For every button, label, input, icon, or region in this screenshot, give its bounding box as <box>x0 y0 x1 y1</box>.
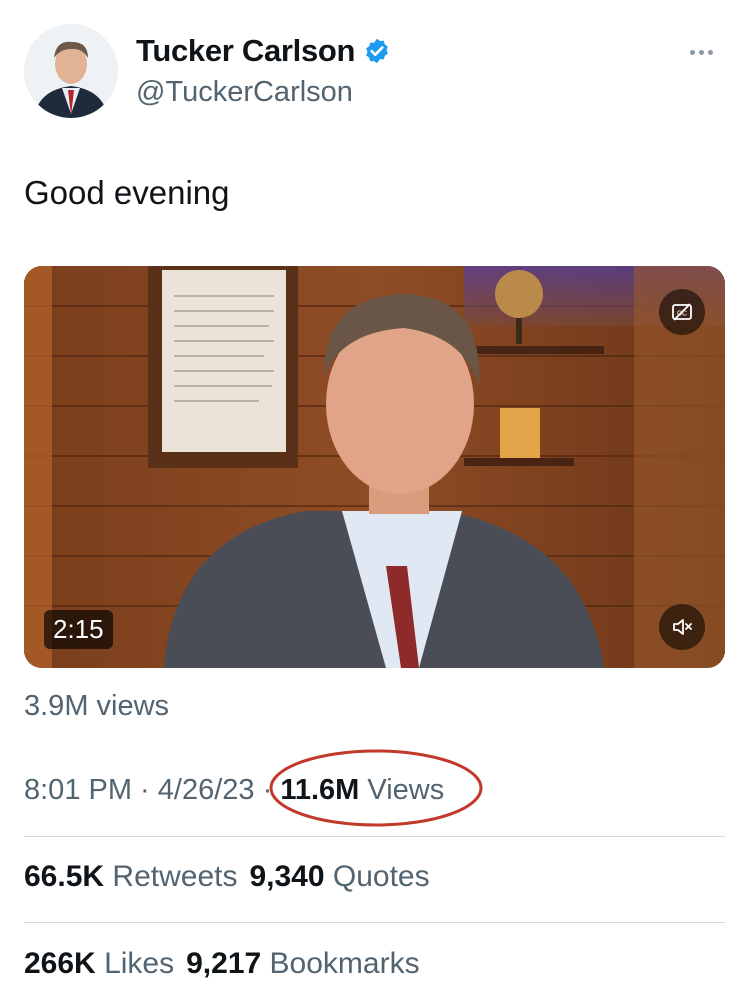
muted-speaker-icon[interactable] <box>659 604 705 650</box>
bookmarks-stat[interactable]: 9,217 Bookmarks <box>186 947 419 980</box>
more-options-icon[interactable] <box>690 38 722 66</box>
retweets-count: 66.5K <box>24 860 105 893</box>
engagement-row-2: 266K Likes 9,217 Bookmarks <box>24 947 420 981</box>
quotes-label: Quotes <box>332 860 430 893</box>
divider <box>24 922 725 923</box>
meta-separator: · <box>132 774 158 806</box>
video-thumbnail <box>24 266 725 668</box>
likes-count: 266K <box>24 947 96 980</box>
video-player[interactable] <box>24 266 725 668</box>
bookmarks-label: Bookmarks <box>269 947 420 980</box>
engagement-row-1: 66.5K Retweets 9,340 Quotes <box>24 860 430 894</box>
retweets-label: Retweets <box>112 860 238 893</box>
avatar[interactable] <box>24 24 118 118</box>
avatar-image <box>24 24 118 118</box>
divider <box>24 836 725 837</box>
video-duration: 2:15 <box>44 610 113 649</box>
retweets-stat[interactable]: 66.5K Retweets <box>24 860 237 893</box>
tweet-text: Good evening <box>24 174 230 211</box>
quotes-count: 9,340 <box>249 860 325 893</box>
likes-stat[interactable]: 266K Likes <box>24 947 174 980</box>
verified-badge-icon <box>363 37 391 65</box>
tweet-date[interactable]: 4/26/23 <box>158 774 255 806</box>
captions-icon[interactable]: CC <box>659 289 705 335</box>
likes-label: Likes <box>104 947 175 980</box>
author-display-name[interactable]: Tucker Carlson <box>136 33 356 69</box>
author-handle[interactable]: @TuckerCarlson <box>136 76 353 109</box>
video-views: 3.9M views <box>24 690 170 722</box>
quotes-stat[interactable]: 9,340 Quotes <box>249 860 429 893</box>
tweet-time[interactable]: 8:01 PM <box>24 774 132 806</box>
highlight-circle <box>269 749 483 827</box>
author-name-row[interactable]: Tucker Carlson <box>136 33 391 69</box>
bookmarks-count: 9,217 <box>186 947 262 980</box>
